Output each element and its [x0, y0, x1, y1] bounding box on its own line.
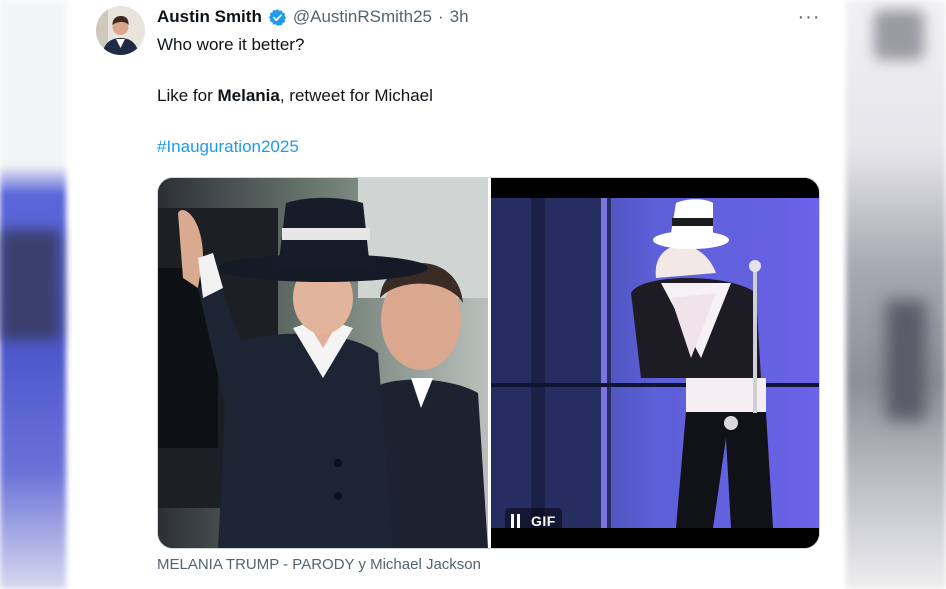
gif-label: GIF: [531, 513, 556, 529]
tweet-timestamp[interactable]: 3h: [450, 7, 469, 27]
media-caption: MELANIA TRUMP - PARODY y Michael Jackson: [157, 556, 481, 573]
tweet-text-line-2: Like for Melania, retweet for Michael: [157, 86, 433, 106]
hashtag-link[interactable]: #Inauguration2025: [157, 137, 299, 157]
photo-melania[interactable]: [158, 178, 488, 548]
text-suffix: , retweet for Michael: [279, 86, 433, 105]
gif-michael-jackson[interactable]: [491, 178, 819, 548]
author-handle[interactable]: @AustinRSmith25: [293, 7, 432, 27]
author-name[interactable]: Austin Smith: [157, 7, 262, 27]
tweet-text-line-1: Who wore it better?: [157, 35, 305, 54]
text-prefix: Like for: [157, 86, 218, 105]
more-options-icon[interactable]: ···: [796, 6, 822, 28]
tweet-media-grid[interactable]: [157, 177, 820, 549]
blurred-background-right: [846, 0, 946, 589]
tweet-header: Austin Smith @AustinRSmith25 · 3h: [157, 6, 469, 28]
header-separator: ·: [438, 7, 444, 26]
verified-badge-icon: [268, 8, 287, 27]
blurred-background-left: [0, 0, 66, 589]
author-avatar[interactable]: [96, 6, 145, 55]
text-bold-melania: Melania: [217, 86, 280, 105]
pause-icon[interactable]: [511, 514, 523, 528]
gif-controls[interactable]: GIF: [505, 508, 562, 534]
